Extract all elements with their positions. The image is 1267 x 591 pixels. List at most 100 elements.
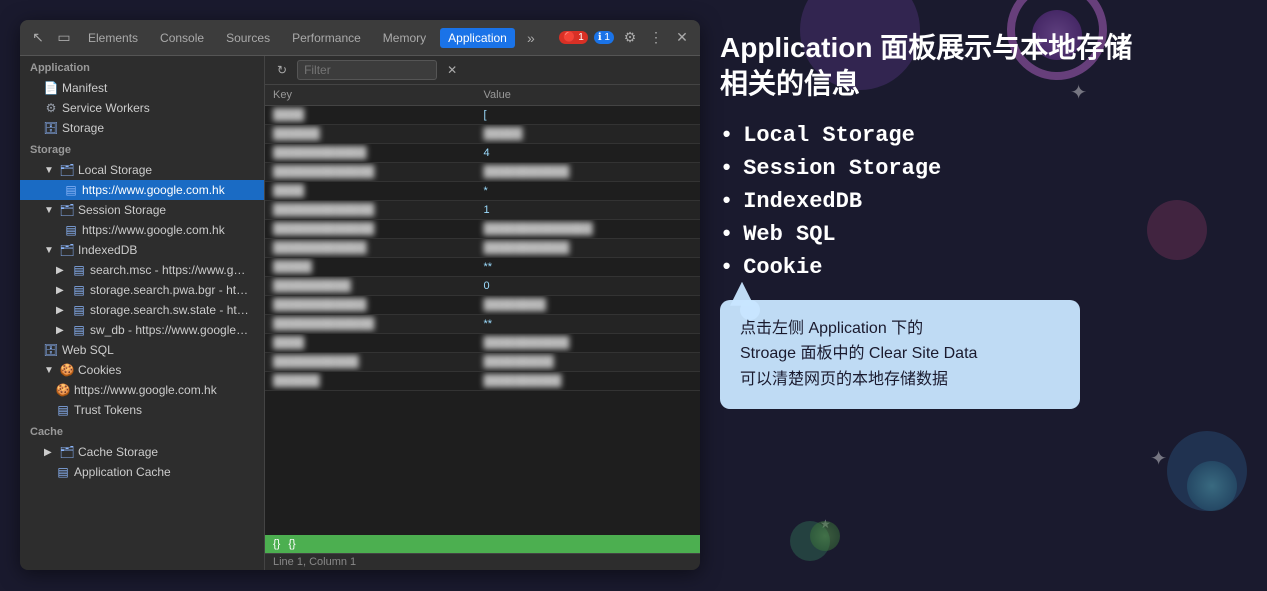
more-options-icon[interactable]: ⋮ — [646, 28, 666, 48]
devtools-topbar: ↖ ▭ Elements Console Sources Performance… — [20, 20, 700, 56]
idb-sw-db-arrow: ▶ — [56, 325, 68, 336]
main-layout: ↖ ▭ Elements Console Sources Performance… — [0, 0, 1267, 591]
idb-sw-db-icon: ▤ — [72, 323, 86, 337]
sidebar-cookies-url[interactable]: 🍪 https://www.google.com.hk — [20, 380, 264, 400]
sidebar-indexeddb[interactable]: ▼ 🗂 IndexedDB — [20, 240, 264, 260]
table-cell-value: [ — [476, 106, 700, 125]
info-title: Application 面板展示与本地存储相关的信息 — [720, 30, 1247, 103]
table-row: ███████████████ — [265, 334, 700, 353]
table-cell-key: ████████████ — [265, 296, 476, 315]
cookies-url-icon: 🍪 — [56, 383, 70, 397]
table-cell-value: ** — [476, 315, 700, 334]
close-icon[interactable]: ✕ — [672, 28, 692, 48]
list-item: Local Storage — [720, 123, 1247, 148]
col-key: Key — [265, 85, 476, 106]
table-cell-value: ███████████ — [476, 334, 700, 353]
table-cell-key: ████ — [265, 182, 476, 201]
table-cell-value: ** — [476, 258, 700, 277]
indexeddb-arrow: ▼ — [44, 245, 56, 256]
table-cell-value: ████████ — [476, 296, 700, 315]
filter-clear-button[interactable]: ✕ — [443, 61, 461, 79]
sidebar-local-storage-url[interactable]: ▤ https://www.google.com.hk — [20, 180, 264, 200]
session-storage-icon: 🗂 — [60, 203, 74, 217]
table-cell-key: █████████████ — [265, 201, 476, 220]
sidebar-app-cache[interactable]: ▤ Application Cache — [20, 462, 264, 482]
tooltip-text: 点击左侧 Application 下的Stroage 面板中的 Clear Si… — [740, 316, 1060, 393]
sidebar-idb-sw-state[interactable]: ▶ ▤ storage.search.sw.state - https://w.… — [20, 300, 264, 320]
device-icon[interactable]: ▭ — [54, 28, 74, 48]
right-panel: Application 面板展示与本地存储相关的信息 Local Storage… — [720, 20, 1247, 571]
table-cell-key: ██████ — [265, 372, 476, 391]
code-icon-1: {} — [273, 538, 280, 550]
table-cell-key: ██████████ — [265, 277, 476, 296]
sidebar-manifest[interactable]: 📄 Manifest — [20, 78, 264, 98]
settings-icon[interactable]: ⚙ — [620, 28, 640, 48]
table-row: ████[ — [265, 106, 700, 125]
devtools-main-content: ↻ ✕ Key Value ████[████████ — [265, 56, 700, 570]
idb-sw-state-arrow: ▶ — [56, 305, 68, 316]
table-cell-value: ██████████ — [476, 372, 700, 391]
table-cell-value: * — [476, 182, 700, 201]
sidebar-trust-tokens[interactable]: ▤ Trust Tokens — [20, 400, 264, 420]
cookies-arrow: ▼ — [44, 365, 56, 376]
sidebar-session-storage[interactable]: ▼ 🗂 Session Storage — [20, 200, 264, 220]
sidebar-web-sql[interactable]: 🗄 Web SQL — [20, 340, 264, 360]
sidebar-idb-search-msc[interactable]: ▶ ▤ search.msc - https://www.google.c... — [20, 260, 264, 280]
tab-application[interactable]: Application — [440, 28, 515, 48]
local-storage-arrow: ▼ — [44, 165, 56, 176]
sidebar-session-storage-url[interactable]: ▤ https://www.google.com.hk — [20, 220, 264, 240]
sidebar-idb-pwa-bgr[interactable]: ▶ ▤ storage.search.pwa.bgr - https://w..… — [20, 280, 264, 300]
idb-search-msc-icon: ▤ — [72, 263, 86, 277]
cursor-icon[interactable]: ↖ — [28, 28, 48, 48]
devtools-panel: ↖ ▭ Elements Console Sources Performance… — [20, 20, 700, 570]
session-storage-url-icon: ▤ — [64, 223, 78, 237]
tab-memory[interactable]: Memory — [375, 28, 434, 48]
table-row: █████** — [265, 258, 700, 277]
table-row: ████████████████████ — [265, 296, 700, 315]
table-row: █████████████1 — [265, 201, 700, 220]
cache-section-label: Cache — [20, 420, 264, 442]
table-cell-value: █████ — [476, 125, 700, 144]
tab-performance[interactable]: Performance — [284, 28, 369, 48]
sidebar-cache-storage[interactable]: ▶ 🗂 Cache Storage — [20, 442, 264, 462]
table-row: ███████████████████████████ — [265, 220, 700, 239]
table-row: █████████████** — [265, 315, 700, 334]
sidebar-storage-top[interactable]: 🗄 Storage — [20, 118, 264, 138]
table-cell-key: █████████████ — [265, 315, 476, 334]
table-cell-value: ███████████ — [476, 163, 700, 182]
sidebar-cookies[interactable]: ▼ 🍪 Cookies — [20, 360, 264, 380]
sidebar-local-storage[interactable]: ▼ 🗂 Local Storage — [20, 160, 264, 180]
more-tabs-icon[interactable]: » — [521, 28, 541, 48]
table-cell-key: ████ — [265, 334, 476, 353]
sidebar-service-workers[interactable]: ⚙ Service Workers — [20, 98, 264, 118]
tab-console[interactable]: Console — [152, 28, 212, 48]
trust-tokens-icon: ▤ — [56, 403, 70, 417]
session-storage-arrow: ▼ — [44, 205, 56, 216]
table-row: ████████████████ — [265, 372, 700, 391]
sidebar-idb-sw-db[interactable]: ▶ ▤ sw_db - https://www.google.com.hk — [20, 320, 264, 340]
tab-elements[interactable]: Elements — [80, 28, 146, 48]
tab-sources[interactable]: Sources — [218, 28, 278, 48]
devtools-body: Application 📄 Manifest ⚙ Service Workers… — [20, 56, 700, 570]
cache-storage-icon: 🗂 — [60, 445, 74, 459]
storage-top-icon: 🗄 — [44, 121, 58, 135]
local-storage-url-icon: ▤ — [64, 183, 78, 197]
refresh-button[interactable]: ↻ — [273, 61, 291, 79]
filter-input[interactable] — [297, 60, 437, 80]
info-badge: ℹ 1 — [594, 31, 614, 44]
status-bar: Line 1, Column 1 — [265, 553, 700, 570]
table-row: ████* — [265, 182, 700, 201]
idb-search-msc-arrow: ▶ — [56, 265, 68, 276]
application-section-label: Application — [20, 56, 264, 78]
code-icon-2: {} — [288, 538, 295, 550]
table-cell-key: ███████████ — [265, 353, 476, 372]
col-value: Value — [476, 85, 700, 106]
local-storage-icon: 🗂 — [60, 163, 74, 177]
table-cell-value: █████████ — [476, 353, 700, 372]
table-cell-key: ████ — [265, 106, 476, 125]
table-cell-value: ██████████████ — [476, 220, 700, 239]
devtools-bottom: {} {} Line 1, Column 1 — [265, 535, 700, 570]
list-item: Web SQL — [720, 222, 1247, 247]
devtools-sidebar: Application 📄 Manifest ⚙ Service Workers… — [20, 56, 265, 570]
table-cell-key: ████████████ — [265, 144, 476, 163]
